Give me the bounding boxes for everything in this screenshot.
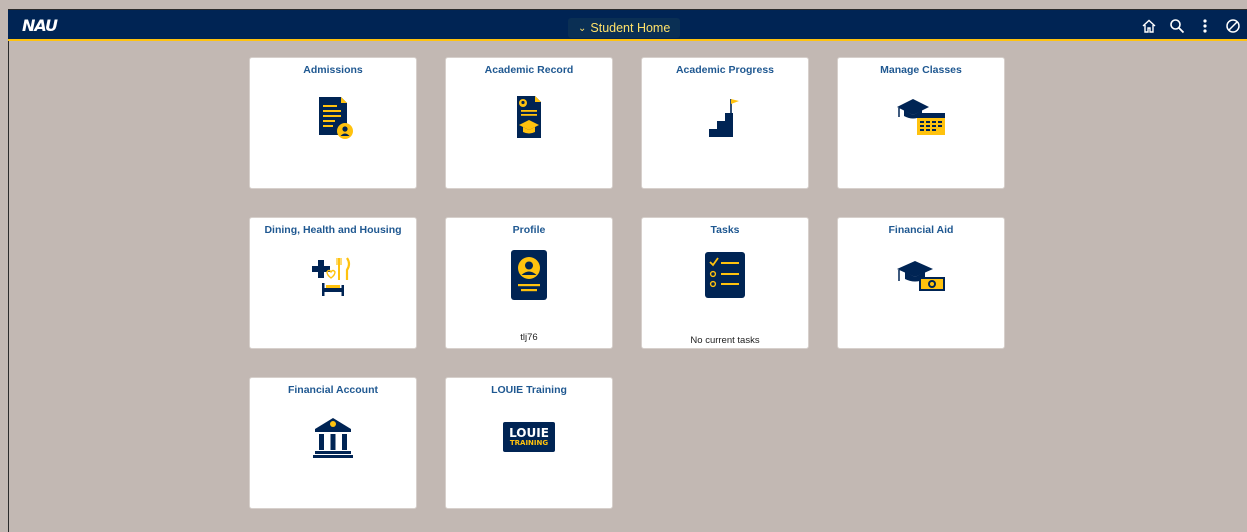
homepage-title: Student Home	[590, 21, 671, 35]
academic-record-icon	[499, 92, 559, 142]
tile-title: Academic Progress	[675, 64, 775, 76]
chevron-down-icon: ⌄	[578, 22, 587, 34]
search-icon[interactable]	[1163, 10, 1191, 41]
tile-title: Tasks	[710, 224, 740, 236]
tile-tasks[interactable]: Tasks No current tasks	[641, 217, 809, 349]
tile-financial-aid[interactable]: Financial Aid	[837, 217, 1005, 349]
dining-health-housing-icon	[303, 252, 363, 302]
navbar-icon[interactable]	[1219, 10, 1247, 41]
louie-badge-line1: LOUIE	[509, 425, 549, 440]
tile-academic-progress[interactable]: Academic Progress	[641, 57, 809, 189]
tile-title: Profile	[512, 224, 546, 236]
financial-aid-icon	[891, 252, 951, 302]
tasks-status: No current tasks	[690, 335, 760, 346]
top-navbar: NAU ⌄ Student Home	[8, 10, 1247, 41]
tile-louie-training[interactable]: LOUIE Training LOUIE TRAINING	[445, 377, 613, 509]
tile-manage-classes[interactable]: Manage Classes	[837, 57, 1005, 189]
financial-account-icon	[303, 412, 363, 462]
tile-title: Financial Account	[287, 384, 379, 396]
louie-badge-line2: TRAINING	[509, 438, 549, 447]
profile-username: tlj76	[520, 332, 538, 343]
tile-admissions[interactable]: Admissions	[249, 57, 417, 189]
louie-training-icon: LOUIE TRAINING	[499, 412, 559, 462]
admissions-icon	[303, 92, 363, 142]
tile-title: Financial Aid	[888, 224, 954, 236]
tile-title: Academic Record	[484, 64, 574, 76]
profile-icon	[499, 250, 559, 300]
tile-title: LOUIE Training	[491, 384, 567, 396]
homepage-selector[interactable]: ⌄ Student Home	[568, 18, 681, 38]
home-icon[interactable]	[1135, 10, 1163, 41]
page-frame	[8, 9, 1247, 532]
academic-progress-icon	[695, 92, 755, 142]
tile-title: Dining, Health and Housing	[264, 224, 402, 236]
tasks-icon	[695, 250, 755, 300]
manage-classes-icon	[891, 92, 951, 142]
tile-academic-record[interactable]: Academic Record	[445, 57, 613, 189]
more-options-icon[interactable]	[1191, 10, 1219, 41]
tile-dining-health-housing[interactable]: Dining, Health and Housing	[249, 217, 417, 349]
nau-logo[interactable]: NAU	[22, 16, 58, 35]
tile-title: Manage Classes	[880, 64, 962, 76]
tile-financial-account[interactable]: Financial Account	[249, 377, 417, 509]
tile-profile[interactable]: Profile tlj76	[445, 217, 613, 349]
tile-title: Admissions	[303, 64, 363, 76]
